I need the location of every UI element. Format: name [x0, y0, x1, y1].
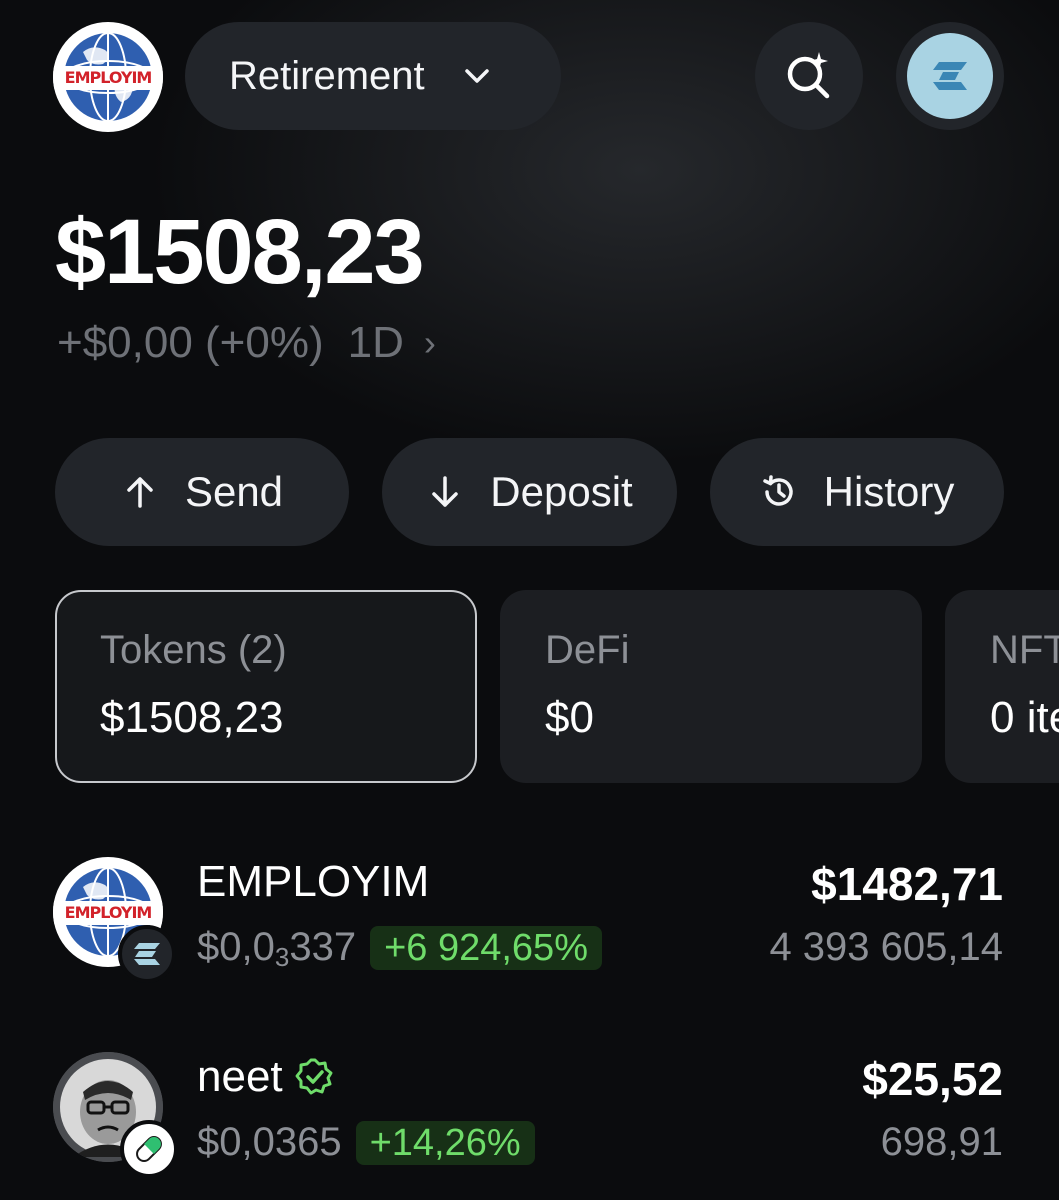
history-button[interactable]: History: [710, 438, 1004, 546]
token-price: $0,0365: [197, 1120, 342, 1164]
chevron-down-icon: [464, 69, 489, 83]
deposit-button[interactable]: Deposit: [382, 438, 677, 546]
logo-text: EMPLOYIM: [64, 68, 153, 87]
tokens-card[interactable]: Tokens (2) $1508,23: [55, 590, 477, 783]
token-row-neet[interactable]: neet $0,0365 +14,26% $25,52 698,91: [0, 1052, 1059, 1182]
tokens-card-title: Tokens (2): [100, 628, 287, 672]
token-price-prefix: $0,0: [197, 925, 275, 969]
sparkle-search-icon: [787, 52, 830, 99]
total-balance: $1508,23: [55, 201, 425, 303]
profile-button[interactable]: [896, 22, 1004, 130]
send-label: Send: [184, 468, 284, 515]
chevron-right-icon: ›: [423, 322, 436, 363]
token-change-badge: +6 924,65%: [370, 925, 602, 970]
tokens-card-value: $1508,23: [100, 693, 284, 742]
nfts-card-value: 0 items: [990, 693, 1059, 742]
arrow-down-icon: [432, 476, 459, 507]
wallet-home-screen: EMPLOYIM Retirement $1508,23 +$0,00 (+0%…: [0, 0, 1059, 1200]
pill-icon: [136, 1136, 162, 1162]
token-price-row: $0,0365 +14,26%: [197, 1120, 535, 1165]
token-change-badge: +14,26%: [355, 1120, 535, 1165]
token-name-row: neet: [197, 1052, 335, 1102]
defi-card[interactable]: DeFi $0: [500, 590, 922, 783]
nfts-card-title: NFTs: [990, 628, 1059, 672]
chain-badge: [118, 925, 176, 983]
arrow-up-icon: [127, 477, 153, 508]
token-price-suffix: 337: [289, 925, 357, 969]
nfts-card[interactable]: NFTs 0 items: [945, 590, 1059, 783]
account-name: Retirement: [229, 53, 425, 98]
token-name: neet: [197, 1052, 283, 1101]
search-button[interactable]: [755, 22, 863, 130]
avatar: [907, 33, 993, 119]
token-price-row: $0,0 3 337 +6 924,65%: [197, 925, 602, 972]
token-amount: 698,91: [880, 1120, 1003, 1164]
token-value: $25,52: [862, 1053, 1003, 1105]
balance-change-row[interactable]: +$0,00 (+0%) 1D ›: [57, 318, 436, 368]
defi-card-value: $0: [545, 693, 594, 742]
defi-card-title: DeFi: [545, 628, 630, 672]
history-label: History: [823, 468, 955, 515]
token-row-employim[interactable]: EMPLOYIM EMPLOYIM $0,0 3 337 +6 924,65% $1…: [0, 857, 1059, 987]
token-name: EMPLOYIM: [197, 857, 430, 906]
solana-chain-icon: [134, 943, 160, 965]
history-icon: [762, 475, 793, 506]
balance-change: +$0,00 (+0%): [57, 318, 324, 367]
send-button[interactable]: Send: [55, 438, 349, 546]
token-value: $1482,71: [811, 858, 1003, 910]
deposit-label: Deposit: [490, 468, 633, 515]
period-label: 1D: [347, 318, 404, 367]
account-selector[interactable]: Retirement: [185, 22, 561, 130]
token-logo-text: EMPLOYIM: [64, 903, 153, 922]
token-amount: 4 393 605,14: [769, 925, 1003, 969]
token-price-subscript: 3: [274, 942, 290, 972]
verified-badge-icon: [295, 1058, 333, 1095]
pill-badge: [120, 1120, 178, 1178]
swap-avatar-icon: [933, 62, 967, 90]
employim-logo: EMPLOYIM: [53, 22, 163, 132]
